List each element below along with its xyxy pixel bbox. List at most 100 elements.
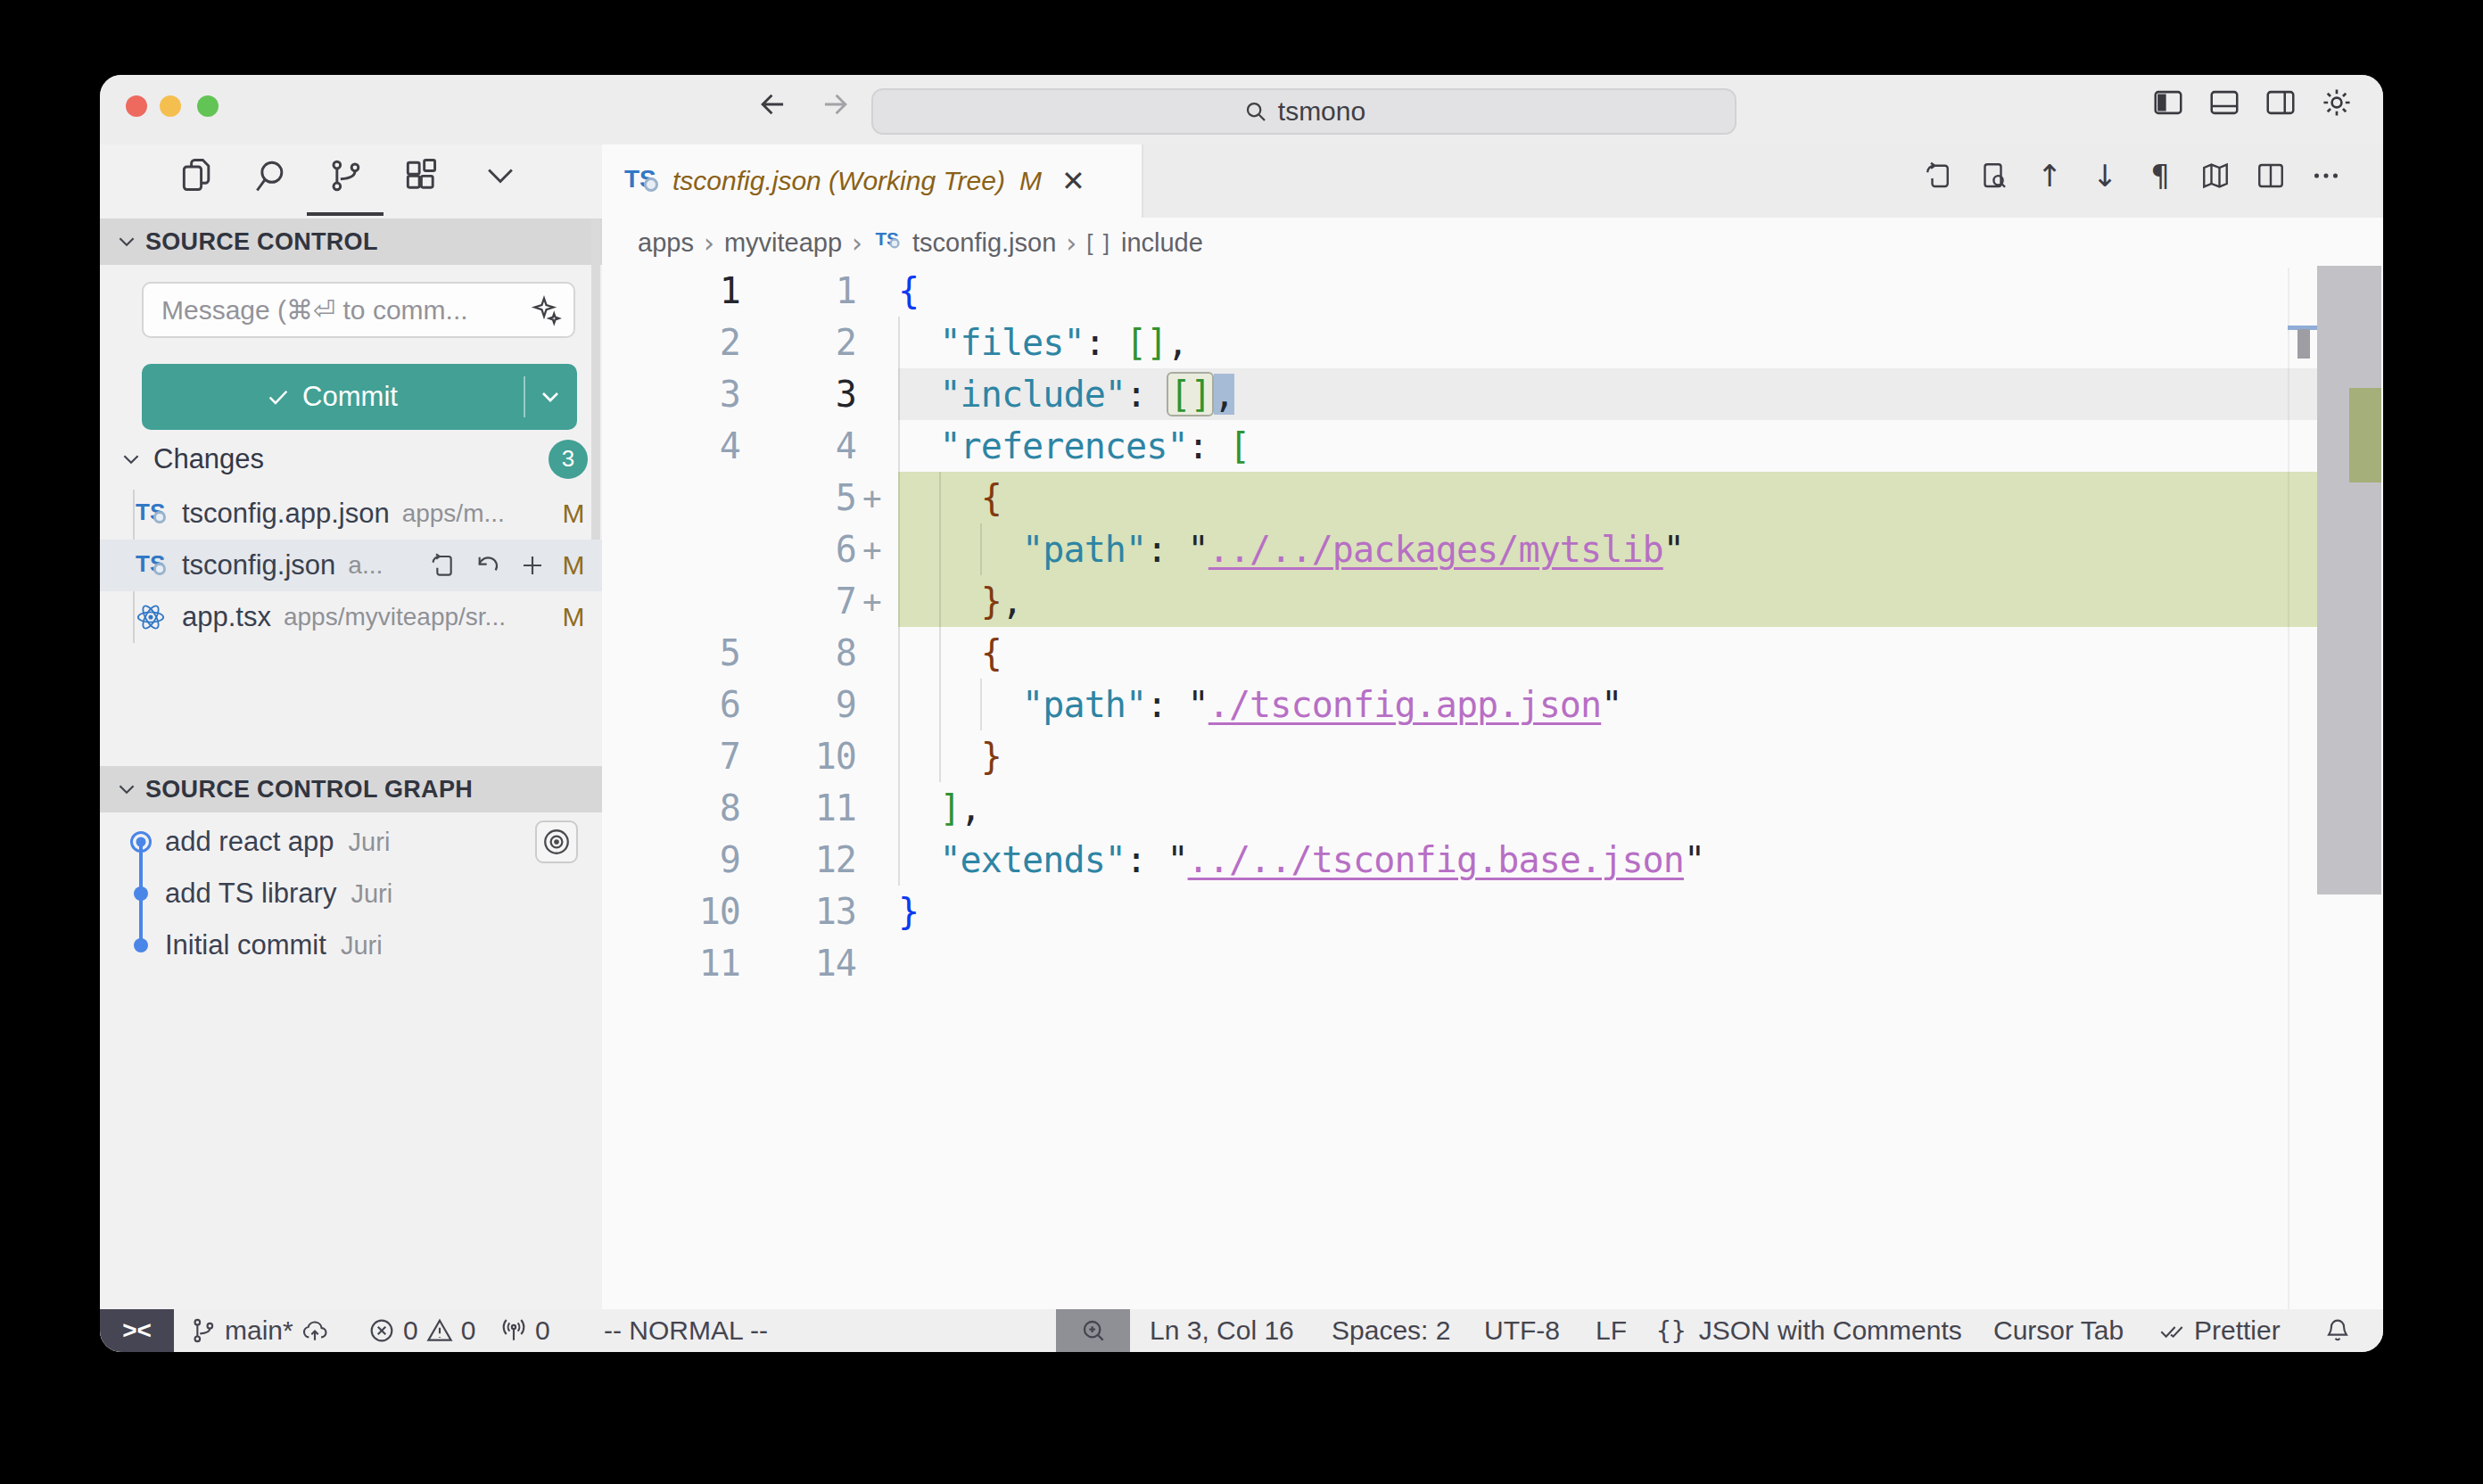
remote-indicator[interactable]: >< <box>100 1309 174 1352</box>
old-line-number: 3 <box>602 368 740 420</box>
commit-button[interactable]: Commit <box>142 364 577 430</box>
explorer-icon[interactable] <box>177 156 217 195</box>
editor-scrollbar[interactable] <box>2317 266 2381 895</box>
code-line-6[interactable]: 6+ "path": "../../packages/mytslib" <box>602 524 2317 575</box>
code-editor[interactable]: 11{22 "files": [],33 "include": [],44 "r… <box>602 265 2317 989</box>
back-icon[interactable] <box>756 87 790 121</box>
toggle-secondary-sidebar-icon[interactable] <box>2264 86 2297 120</box>
formatter-item[interactable]: Prettier <box>2158 1309 2281 1352</box>
vim-mode-indicator[interactable]: -- NORMAL -- <box>604 1309 768 1352</box>
ports-item[interactable]: 0 <box>499 1309 550 1352</box>
code-line-11[interactable]: 811 ], <box>602 782 2317 834</box>
split-editor-icon[interactable] <box>2255 160 2287 192</box>
close-window-button[interactable] <box>126 95 147 117</box>
commit-row[interactable]: add TS libraryJuri <box>100 868 602 919</box>
old-line-number: 7 <box>602 730 740 782</box>
commit-row[interactable]: Initial commitJuri <box>100 919 602 971</box>
open-file-icon[interactable] <box>429 551 458 580</box>
change-row-tsconfig.json[interactable]: TStsconfig.jsona...M <box>100 540 602 591</box>
code-line-1[interactable]: 11{ <box>602 265 2317 317</box>
breadcrumb-symbol[interactable]: include <box>1121 228 1203 258</box>
source-control-icon[interactable] <box>326 156 365 195</box>
maximize-window-button[interactable] <box>197 95 219 117</box>
source-control-section-header[interactable]: SOURCE CONTROL <box>100 218 602 265</box>
code-line-12[interactable]: 912 "extends": "../../tsconfig.base.json… <box>602 834 2317 886</box>
old-line-number: 5 <box>602 627 740 679</box>
chevron-down-icon <box>115 230 138 253</box>
goto-current-commit-button[interactable] <box>535 820 578 863</box>
change-row-app.tsx[interactable]: app.tsxapps/myviteapp/sr...M <box>100 591 602 643</box>
errors-warnings-item[interactable]: 0 0 <box>367 1309 475 1352</box>
indentation-item[interactable]: Spaces: 2 <box>1332 1309 1450 1352</box>
additional-views-chevron-icon[interactable] <box>481 156 520 195</box>
error-count: 0 <box>403 1315 418 1346</box>
tab-modified-badge: M <box>1019 166 1042 196</box>
modified-badge: M <box>556 602 591 632</box>
code-line-2[interactable]: 22 "files": [], <box>602 317 2317 368</box>
breadcrumb-myviteapp[interactable]: myviteapp <box>724 228 842 258</box>
more-actions-icon[interactable] <box>2310 160 2342 192</box>
breadcrumb-apps[interactable]: apps <box>638 228 694 258</box>
zoom-status-item[interactable] <box>1056 1309 1130 1352</box>
commit-dropdown-chevron-icon[interactable] <box>536 383 565 411</box>
map-icon[interactable] <box>2199 160 2231 192</box>
code-line-8[interactable]: 58 { <box>602 627 2317 679</box>
source-control-graph-header[interactable]: SOURCE CONTROL GRAPH <box>100 766 602 812</box>
minimize-window-button[interactable] <box>160 95 181 117</box>
render-whitespace-icon[interactable]: ¶ <box>2144 160 2176 192</box>
notifications-bell-icon[interactable] <box>2323 1309 2352 1352</box>
code-line-10[interactable]: 710 } <box>602 730 2317 782</box>
commit-row[interactable]: add react appJuri <box>100 816 602 868</box>
stage-changes-icon[interactable] <box>518 551 547 580</box>
code-text: } <box>898 730 1002 782</box>
search-value: tsmono <box>1278 96 1365 127</box>
toggle-primary-sidebar-icon[interactable] <box>2151 86 2185 120</box>
changes-list: TStsconfig.app.jsonapps/m...MTStsconfig.… <box>100 488 602 643</box>
forward-icon[interactable] <box>818 87 852 121</box>
extensions-icon[interactable] <box>401 156 441 195</box>
breadcrumb-file[interactable]: tsconfig.json <box>912 228 1056 258</box>
code-line-7[interactable]: 7+ }, <box>602 575 2317 627</box>
tab-close-icon[interactable]: ✕ <box>1061 164 1085 198</box>
git-branch-icon <box>189 1316 218 1345</box>
sidebar-scrollbar[interactable] <box>591 218 600 540</box>
tab-tsconfig-json-working-tree[interactable]: TS tsconfig.json (Working Tree) M ✕ <box>602 144 1143 218</box>
cursor-position-item[interactable]: Ln 3, Col 16 <box>1150 1309 1294 1352</box>
change-row-tsconfig.app.json[interactable]: TStsconfig.app.jsonapps/m...M <box>100 488 602 540</box>
search-icon[interactable] <box>251 156 290 195</box>
new-line-number: 3 <box>740 368 856 420</box>
code-line-4[interactable]: 44 "references": [ <box>602 420 2317 472</box>
previous-change-icon[interactable]: ↑ <box>2033 160 2066 192</box>
code-line-14[interactable]: 1114 <box>602 937 2317 989</box>
commit-message-input[interactable]: Message (⌘⏎ to comm... <box>142 282 575 338</box>
code-line-3[interactable]: 33 "include": [], <box>602 368 2317 420</box>
code-line-9[interactable]: 69 "path": "./tsconfig.app.json" <box>602 679 2317 730</box>
sidebar: SOURCE CONTROL Message (⌘⏎ to comm... Co… <box>100 144 602 1309</box>
code-text: "path": "./tsconfig.app.json" <box>898 679 1621 730</box>
code-line-5[interactable]: 5+ { <box>602 472 2317 524</box>
new-line-number: 12 <box>740 834 856 886</box>
open-file-icon[interactable] <box>1923 160 1955 192</box>
open-changes-icon[interactable] <box>1978 160 2010 192</box>
next-change-icon[interactable]: ↓ <box>2089 160 2121 192</box>
code-text: } <box>898 886 919 937</box>
code-line-13[interactable]: 1013} <box>602 886 2317 937</box>
toggle-panel-icon[interactable] <box>2207 86 2241 120</box>
tab-label: tsconfig.json (Working Tree) <box>672 166 1005 196</box>
encoding-item[interactable]: UTF-8 <box>1484 1309 1560 1352</box>
commit-head-dot <box>129 830 153 853</box>
new-line-number: 1 <box>740 265 856 317</box>
command-center-search[interactable]: tsmono <box>871 88 1736 135</box>
cursor-tab-item[interactable]: Cursor Tab <box>1993 1309 2124 1352</box>
branch-status-item[interactable]: main* <box>189 1309 329 1352</box>
settings-gear-icon[interactable] <box>2320 86 2354 120</box>
commit-split-separator <box>524 376 525 417</box>
code-text: { <box>898 627 1002 679</box>
changes-header[interactable]: Changes 3 <box>100 432 602 486</box>
language-mode-item[interactable]: {}JSON with Comments <box>1656 1309 1962 1352</box>
discard-changes-icon[interactable] <box>474 551 502 580</box>
check-icon <box>265 383 292 410</box>
breadcrumbs: apps›myviteapp›TStsconfig.json›[ ]includ… <box>638 218 1203 268</box>
eol-item[interactable]: LF <box>1596 1309 1627 1352</box>
copilot-sparkle-icon[interactable] <box>531 294 563 326</box>
